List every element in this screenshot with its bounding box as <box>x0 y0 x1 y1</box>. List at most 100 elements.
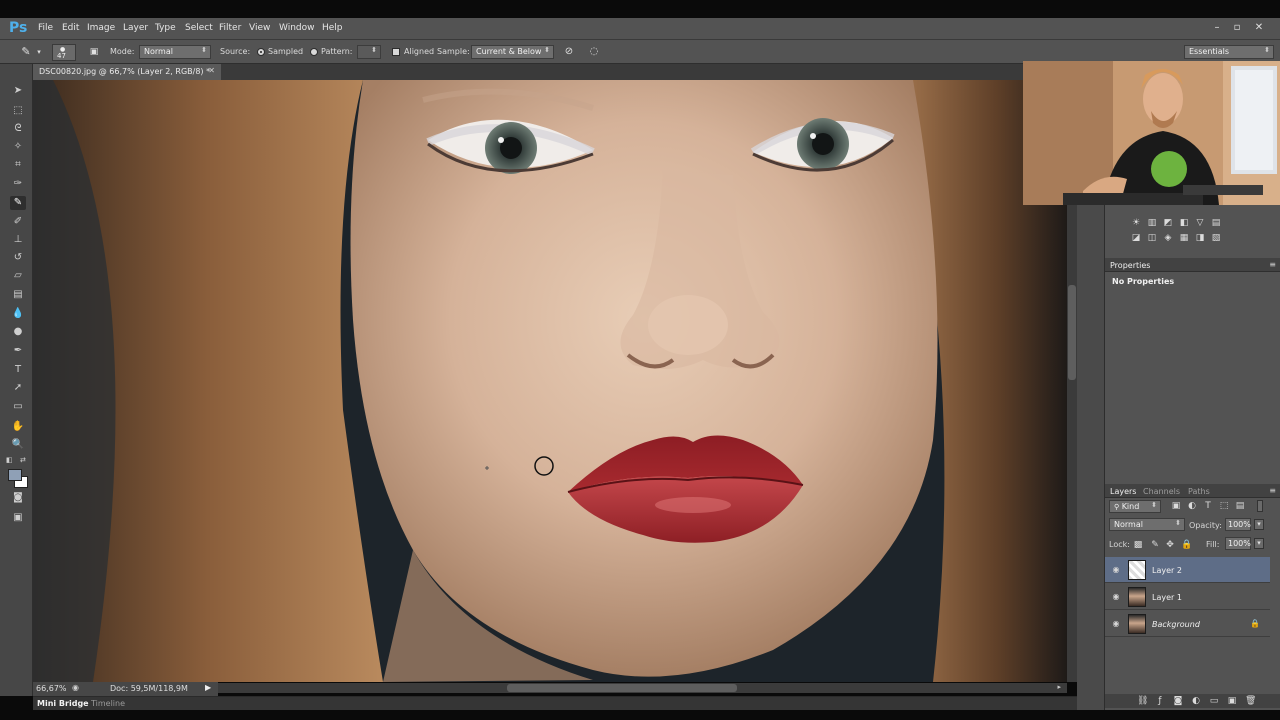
clone-source-panel-icon[interactable]: ▣ <box>88 46 100 58</box>
blur-tool-icon[interactable]: 💧 <box>10 307 26 321</box>
menu-image[interactable]: Image <box>87 23 115 33</box>
path-selection-tool-icon[interactable]: ➚ <box>10 381 26 395</box>
link-layers-icon[interactable]: ⛓ <box>1137 697 1148 706</box>
tab-properties[interactable]: Properties <box>1110 261 1150 270</box>
fill-input[interactable]: 100% <box>1225 537 1251 550</box>
minimize-icon[interactable]: – <box>1210 22 1224 35</box>
layer-filter-kind-dropdown[interactable]: ⚲ Kind ⬍ <box>1109 500 1161 513</box>
brush-tool-icon[interactable]: ✐ <box>10 215 26 229</box>
fill-slider-caret-icon[interactable]: ▾ <box>1254 538 1264 549</box>
menu-layer[interactable]: Layer <box>123 23 148 33</box>
maximize-icon[interactable]: ▫ <box>1230 22 1244 35</box>
crop-tool-icon[interactable]: ⌗ <box>10 158 26 172</box>
lock-all-icon[interactable]: 🔒 <box>1181 541 1192 550</box>
brush-size-picker[interactable]: ● 47 <box>52 44 76 61</box>
eye-icon[interactable]: ◉ <box>1110 565 1122 575</box>
tab-paths[interactable]: Paths <box>1188 487 1210 496</box>
foreground-color-swatch[interactable] <box>8 469 22 481</box>
healing-brush-tool-icon[interactable]: ✎ <box>20 46 32 58</box>
menu-window[interactable]: Window <box>279 23 315 33</box>
tab-channels[interactable]: Channels <box>1143 487 1180 496</box>
opacity-slider-caret-icon[interactable]: ▾ <box>1254 519 1264 530</box>
workspace-dropdown[interactable]: Essentials ⬍ <box>1184 45 1274 59</box>
eraser-tool-icon[interactable]: ▱ <box>10 269 26 283</box>
status-menu-arrow-icon[interactable]: ▶ <box>205 683 211 692</box>
black-white-icon[interactable]: ◪ <box>1131 234 1141 243</box>
hand-tool-icon[interactable]: ✋ <box>10 420 26 434</box>
aligned-checkbox[interactable] <box>392 48 400 56</box>
tab-timeline[interactable]: Timeline <box>91 699 125 708</box>
filter-smart-object-icon[interactable]: ▤ <box>1235 502 1245 511</box>
document-canvas[interactable] <box>33 80 1067 682</box>
filter-adjustment-icon[interactable]: ◐ <box>1187 502 1197 511</box>
mode-dropdown[interactable]: Normal ⬍ <box>139 45 211 59</box>
sample-dropdown[interactable]: Current & Below ⬍ <box>471 45 554 59</box>
new-group-icon[interactable]: ▭ <box>1209 697 1219 706</box>
gradient-tool-icon[interactable]: ▤ <box>10 288 26 302</box>
new-adjustment-icon[interactable]: ◐ <box>1191 697 1201 706</box>
panel-menu-icon[interactable]: ≡ <box>1269 260 1276 269</box>
new-layer-icon[interactable]: ▣ <box>1227 697 1237 706</box>
sampled-radio[interactable] <box>257 48 265 56</box>
trash-icon[interactable]: 🗑 <box>1245 697 1256 706</box>
fx-icon[interactable]: ƒ <box>1155 697 1165 706</box>
brightness-contrast-icon[interactable]: ☀ <box>1131 219 1141 228</box>
dodge-tool-icon[interactable]: ● <box>10 325 26 339</box>
horizontal-scrollbar[interactable]: ◂ ▸ <box>214 683 1067 693</box>
levels-icon[interactable]: ▥ <box>1147 219 1157 228</box>
layer-row[interactable]: ◉ Background 🔒 <box>1105 611 1270 637</box>
menu-edit[interactable]: Edit <box>62 23 79 33</box>
lock-transparent-icon[interactable]: ▩ <box>1133 541 1143 550</box>
quick-mask-icon[interactable]: ◙ <box>10 491 26 505</box>
filter-shape-icon[interactable]: ⬚ <box>1219 502 1229 511</box>
zoom-level[interactable]: 66,67% <box>36 684 67 693</box>
horizontal-scroll-thumb[interactable] <box>507 684 737 692</box>
scroll-right-icon[interactable]: ▸ <box>1057 683 1061 691</box>
eye-icon[interactable]: ◉ <box>1110 592 1122 602</box>
lasso-tool-icon[interactable]: ᘓ <box>10 122 26 136</box>
eyedropper-tool-icon[interactable]: ✑ <box>10 177 26 191</box>
curves-icon[interactable]: ◩ <box>1163 219 1173 228</box>
menu-select[interactable]: Select <box>185 23 213 33</box>
clone-stamp-tool-icon[interactable]: ⊥ <box>10 233 26 247</box>
pressure-size-icon[interactable]: ◌ <box>588 46 600 58</box>
pen-tool-icon[interactable]: ✒ <box>10 344 26 358</box>
panel-menu-icon[interactable]: ≡ <box>1269 486 1276 495</box>
close-tab-icon[interactable]: ✕ <box>208 66 215 75</box>
healing-brush-tool-icon[interactable]: ✎ <box>10 196 26 210</box>
tab-layers[interactable]: Layers <box>1110 487 1136 496</box>
menu-help[interactable]: Help <box>322 23 343 33</box>
screen-mode-icon[interactable]: ▣ <box>10 511 26 525</box>
pattern-picker[interactable]: ⬍ <box>357 45 381 59</box>
opacity-input[interactable]: 100% <box>1225 518 1251 531</box>
status-info-icon[interactable]: ◉ <box>72 683 79 692</box>
exposure-icon[interactable]: ◧ <box>1179 219 1189 228</box>
zoom-tool-icon[interactable]: 🔍 <box>10 438 26 452</box>
channel-mixer-icon[interactable]: ◈ <box>1163 234 1173 243</box>
menu-file[interactable]: File <box>38 23 53 33</box>
move-tool-icon[interactable]: ➤ <box>10 84 26 98</box>
filter-toggle[interactable] <box>1257 500 1263 512</box>
hue-saturation-icon[interactable]: ▤ <box>1211 219 1221 228</box>
menu-type[interactable]: Type <box>155 23 176 33</box>
quick-selection-tool-icon[interactable]: ✧ <box>10 140 26 154</box>
close-icon[interactable]: ✕ <box>1252 22 1266 35</box>
vibrance-icon[interactable]: ▽ <box>1195 219 1205 228</box>
blend-mode-dropdown[interactable]: Normal ⬍ <box>1109 518 1185 531</box>
color-lookup-icon[interactable]: ▦ <box>1179 234 1189 243</box>
posterize-icon[interactable]: ▧ <box>1211 234 1221 243</box>
tool-preset-caret-icon[interactable]: ▾ <box>33 46 45 58</box>
history-brush-tool-icon[interactable]: ↺ <box>10 251 26 265</box>
document-tab[interactable]: DSC00820.jpg @ 66,7% (Layer 2, RGB/8) * … <box>33 64 221 80</box>
lock-image-icon[interactable]: ✎ <box>1150 541 1160 550</box>
add-mask-icon[interactable]: ◙ <box>1173 697 1183 706</box>
filter-pixel-icon[interactable]: ▣ <box>1171 502 1181 511</box>
ignore-adjustment-layers-icon[interactable]: ⊘ <box>563 46 575 58</box>
layer-row[interactable]: ◉ Layer 2 <box>1105 557 1270 583</box>
marquee-tool-icon[interactable]: ⬚ <box>10 104 26 118</box>
swap-colors-icon[interactable]: ⇄ <box>20 456 26 464</box>
rectangle-tool-icon[interactable]: ▭ <box>10 400 26 414</box>
lock-position-icon[interactable]: ✥ <box>1165 541 1175 550</box>
eye-icon[interactable]: ◉ <box>1110 619 1122 629</box>
type-tool-icon[interactable]: T <box>10 363 26 377</box>
